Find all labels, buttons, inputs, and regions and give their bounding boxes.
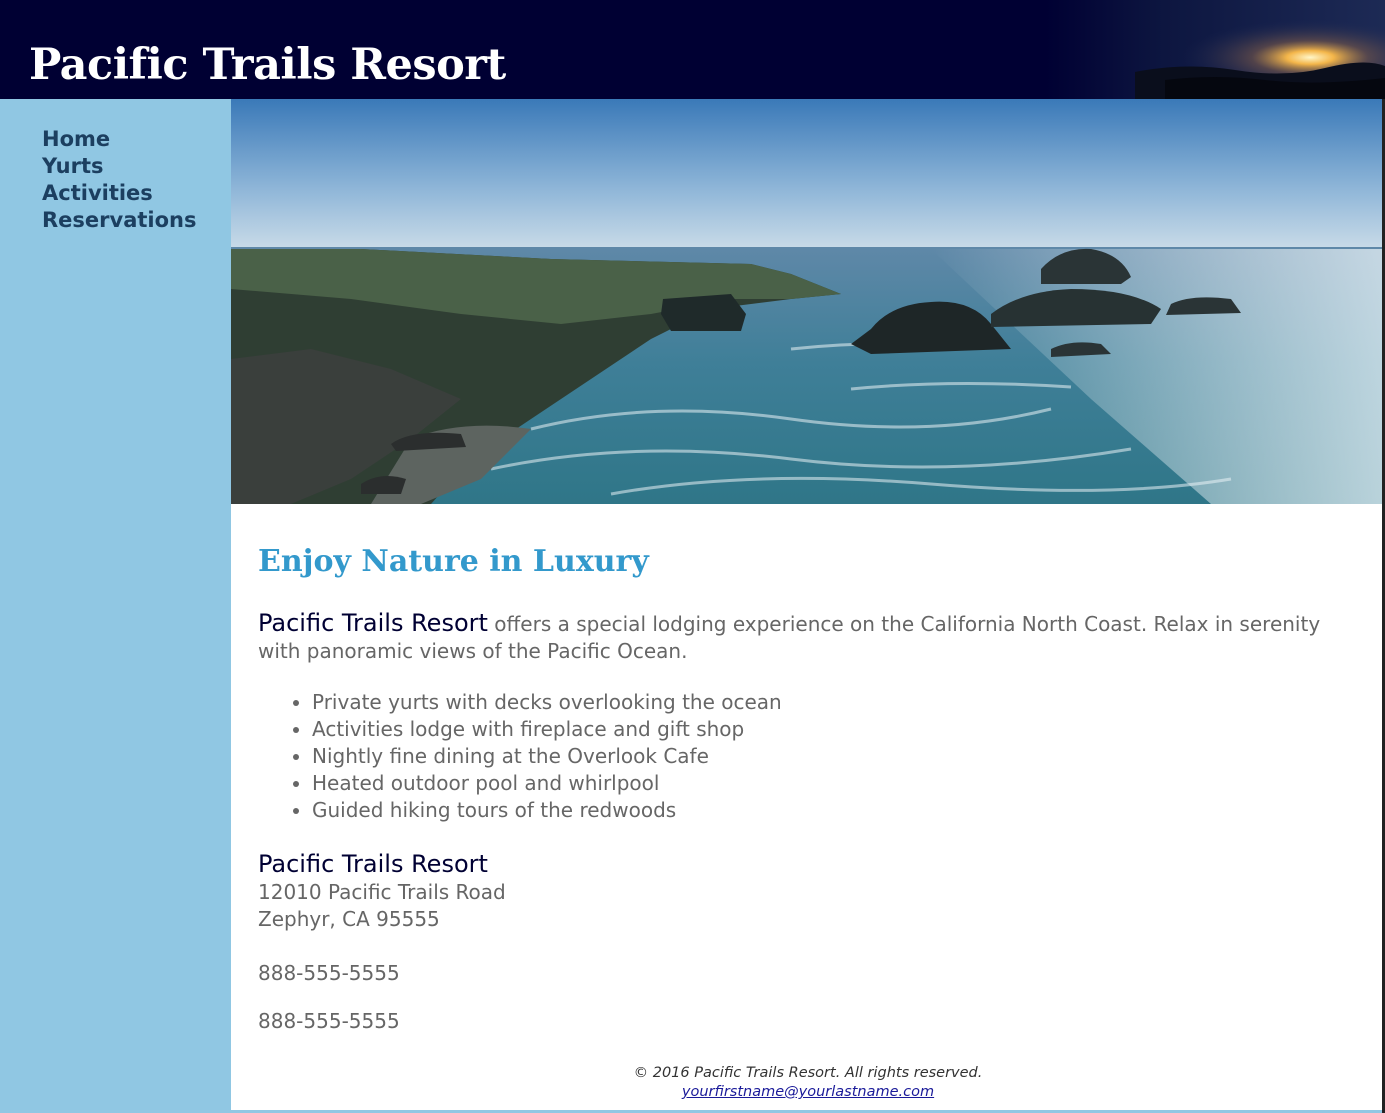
contact-resort-name: Pacific Trails Resort bbox=[258, 850, 488, 878]
page-heading: Enjoy Nature in Luxury bbox=[258, 544, 649, 579]
nav-item-reservations[interactable]: Reservations bbox=[42, 208, 197, 232]
contact-phone: 888-555-5555 bbox=[258, 961, 400, 985]
contact-phone-repeat: 888-555-5555 bbox=[258, 1009, 400, 1033]
list-item: Heated outdoor pool and whirlpool bbox=[312, 770, 1358, 797]
contact-address: Pacific Trails Resort 12010 Pacific Trai… bbox=[258, 849, 1358, 933]
site-header: Pacific Trails Resort bbox=[0, 0, 1385, 99]
sunset-header-image bbox=[1045, 0, 1385, 99]
content-area: Enjoy Nature in Luxury Pacific Trails Re… bbox=[258, 544, 1358, 1035]
coastline-hero-image bbox=[231, 99, 1385, 504]
list-item: Private yurts with decks overlooking the… bbox=[312, 689, 1358, 716]
sidebar-nav: Home Yurts Activities Reservations bbox=[0, 99, 231, 1113]
page-footer: © 2016 Pacific Trails Resort. All rights… bbox=[231, 1064, 1385, 1102]
list-item: Nightly fine dining at the Overlook Cafe bbox=[312, 743, 1358, 770]
intro-resort-name: Pacific Trails Resort bbox=[258, 609, 488, 637]
intro-paragraph: Pacific Trails Resort offers a special l… bbox=[258, 610, 1358, 665]
footer-email-link[interactable]: yourfirstname@yourlastname.com bbox=[682, 1084, 934, 1100]
contact-street: 12010 Pacific Trails Road bbox=[258, 880, 506, 904]
nav-item-yurts[interactable]: Yurts bbox=[42, 154, 104, 178]
features-list: Private yurts with decks overlooking the… bbox=[258, 689, 1358, 824]
contact-city: Zephyr, CA 95555 bbox=[258, 907, 440, 931]
footer-copyright: © 2016 Pacific Trails Resort. All rights… bbox=[633, 1065, 983, 1081]
nav-item-activities[interactable]: Activities bbox=[42, 181, 153, 205]
main-content: Enjoy Nature in Luxury Pacific Trails Re… bbox=[231, 99, 1385, 1110]
list-item: Guided hiking tours of the redwoods bbox=[312, 797, 1358, 824]
nav-item-home[interactable]: Home bbox=[42, 127, 110, 151]
site-title: Pacific Trails Resort bbox=[29, 40, 506, 90]
page-wrapper: Pacific Trails Resort Home Yurts Activit… bbox=[0, 0, 1385, 1113]
list-item: Activities lodge with fireplace and gift… bbox=[312, 716, 1358, 743]
